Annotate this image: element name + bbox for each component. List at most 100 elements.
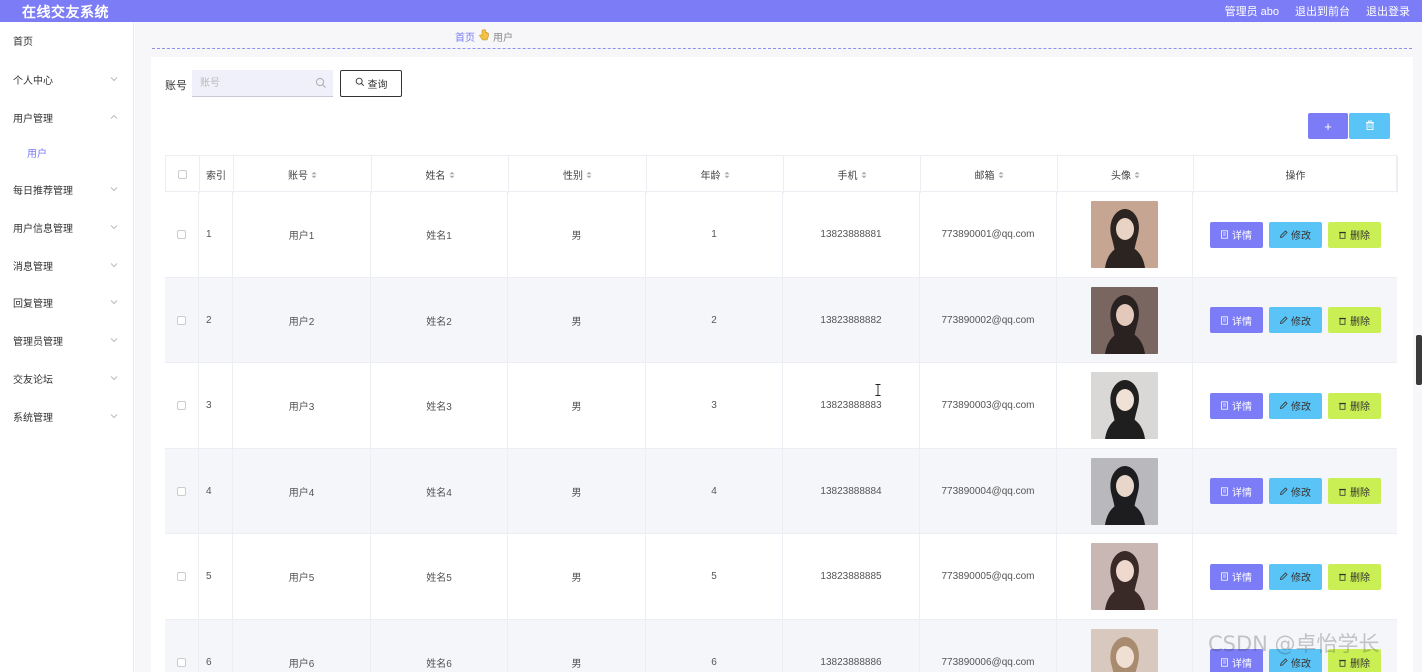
row-checkbox[interactable] xyxy=(177,401,186,410)
sidebar-item[interactable]: 用户管理 xyxy=(0,107,134,127)
breadcrumb: 首页 用户 xyxy=(455,29,513,44)
sidebar-item[interactable]: 首页 xyxy=(0,30,134,50)
sidebar-item-label: 交友论坛 xyxy=(13,374,53,386)
row-checkbox[interactable] xyxy=(177,230,186,239)
cell-gender: 男 xyxy=(508,448,646,534)
top-bar: 在线交友系统 管理员 abo 退出到前台 退出登录 xyxy=(0,0,1422,22)
detail-button[interactable]: 详情 xyxy=(1209,478,1263,504)
delete-button[interactable]: 删除 xyxy=(1327,392,1381,419)
sort-icon[interactable] xyxy=(861,171,867,179)
edit-button[interactable]: 修改 xyxy=(1268,307,1322,333)
column-header[interactable]: 手机 xyxy=(784,156,921,193)
avatar[interactable] xyxy=(1091,372,1158,439)
sort-icon[interactable] xyxy=(724,171,730,179)
detail-button-label: 详情 xyxy=(1232,316,1252,328)
select-all-checkbox[interactable] xyxy=(178,170,187,179)
cell-avatar xyxy=(1057,448,1193,534)
add-button[interactable]: + xyxy=(1308,113,1348,139)
cell-index: 3 xyxy=(199,363,233,448)
column-header[interactable]: 性别 xyxy=(509,156,647,193)
column-header-label: 手机 xyxy=(837,171,858,182)
delete-button[interactable]: 删除 xyxy=(1327,563,1381,590)
edit-button[interactable]: 修改 xyxy=(1268,392,1322,419)
column-header-label: 索引 xyxy=(206,171,226,182)
column-header[interactable]: 头像 xyxy=(1058,156,1194,193)
sort-icon[interactable] xyxy=(311,171,317,179)
column-header-label: 账号 xyxy=(288,171,308,182)
cell-email: 773890002@qq.com xyxy=(920,277,1057,363)
column-header[interactable]: 账号 xyxy=(234,156,372,193)
row-checkbox[interactable] xyxy=(177,486,186,496)
search-input[interactable] xyxy=(200,75,310,91)
detail-button[interactable]: 详情 xyxy=(1209,307,1263,333)
scrollbar-thumb[interactable] xyxy=(1416,335,1422,385)
avatar[interactable] xyxy=(1091,628,1158,672)
delete-button[interactable]: 删除 xyxy=(1327,307,1381,333)
row-checkbox[interactable] xyxy=(177,657,186,667)
avatar[interactable] xyxy=(1091,201,1158,268)
delete-button[interactable]: 删除 xyxy=(1327,478,1381,504)
sidebar-item[interactable]: 消息管理 xyxy=(0,255,134,275)
avatar[interactable] xyxy=(1091,286,1158,354)
app-title: 在线交友系统 xyxy=(22,4,109,20)
sidebar-item[interactable]: 管理员管理 xyxy=(0,330,134,350)
edit-button[interactable]: 修改 xyxy=(1268,478,1322,504)
table-row: 5 用户5 姓名5 男 5 13823888885 773890005@qq.com 详情 修改… xyxy=(165,534,1397,620)
column-header[interactable]: 姓名 xyxy=(372,156,509,193)
column-header[interactable]: 年龄 xyxy=(647,156,784,193)
cell-age: 4 xyxy=(646,448,783,534)
chevron-down-icon xyxy=(108,221,120,233)
cell-name: 姓名4 xyxy=(371,448,508,534)
sidebar-item[interactable]: 回复管理 xyxy=(0,292,134,312)
pencil-icon xyxy=(1279,572,1288,581)
delete-button[interactable]: 删除 xyxy=(1327,221,1381,248)
search-icon xyxy=(315,77,327,89)
detail-button-label: 详情 xyxy=(1232,573,1252,584)
trash-icon xyxy=(1339,488,1346,496)
sidebar-item-label: 用户信息管理 xyxy=(13,223,73,235)
search-icon xyxy=(355,77,365,90)
sidebar-item-label: 用户 xyxy=(27,148,47,160)
batch-delete-button[interactable] xyxy=(1349,113,1390,139)
detail-button[interactable]: 详情 xyxy=(1209,563,1263,590)
detail-button[interactable]: 详情 xyxy=(1209,392,1263,419)
avatar[interactable] xyxy=(1091,543,1158,610)
edit-button-label: 修改 xyxy=(1291,231,1311,242)
sidebar-item[interactable]: 用户 xyxy=(0,142,134,162)
to-front-link[interactable]: 退出到前台 xyxy=(1295,3,1350,19)
cell-avatar xyxy=(1057,363,1193,448)
cell-account: 用户6 xyxy=(233,619,371,672)
sidebar-item[interactable]: 每日推荐管理 xyxy=(0,179,134,199)
trash-icon xyxy=(1339,231,1346,239)
edit-button[interactable]: 修改 xyxy=(1268,563,1322,590)
table-row: 1 用户1 姓名1 男 1 13823888881 773890001@qq.com 详情 修改… xyxy=(165,192,1397,278)
logout-link[interactable]: 退出登录 xyxy=(1366,3,1410,19)
cell-age: 6 xyxy=(646,619,783,672)
sidebar-item-label: 系统管理 xyxy=(13,412,53,424)
sort-icon[interactable] xyxy=(586,171,592,179)
sort-icon[interactable] xyxy=(1134,171,1140,179)
trash-icon xyxy=(1339,659,1346,667)
sidebar-item[interactable]: 用户信息管理 xyxy=(0,217,134,237)
sort-icon[interactable] xyxy=(449,171,455,179)
row-checkbox[interactable] xyxy=(177,315,186,325)
trash-icon xyxy=(1339,402,1346,410)
column-header[interactable]: 邮箱 xyxy=(921,156,1058,193)
cell-email: 773890006@qq.com xyxy=(920,619,1057,672)
sidebar-item[interactable]: 个人中心 xyxy=(0,69,134,89)
sidebar-item[interactable]: 交友论坛 xyxy=(0,368,134,388)
query-button[interactable]: 查询 xyxy=(340,70,402,97)
sort-icon[interactable] xyxy=(998,171,1004,179)
row-checkbox[interactable] xyxy=(177,572,186,581)
user-table: 索引 账号 姓名 性别 年龄 手机 邮箱 头像 操作 1 用户1 姓名1 男 1 13823888881 77… xyxy=(165,155,1398,672)
edit-button-label: 修改 xyxy=(1291,402,1311,413)
detail-button[interactable]: 详情 xyxy=(1209,221,1263,248)
delete-button-label: 删除 xyxy=(1350,231,1370,242)
sidebar-item[interactable]: 系统管理 xyxy=(0,406,134,426)
breadcrumb-home[interactable]: 首页 xyxy=(455,29,475,44)
trash-icon xyxy=(1339,317,1346,325)
avatar[interactable] xyxy=(1091,457,1158,525)
watermark: CSDN @卓怡学长 xyxy=(1208,632,1380,656)
edit-button[interactable]: 修改 xyxy=(1268,221,1322,248)
edit-button-label: 修改 xyxy=(1291,316,1311,328)
